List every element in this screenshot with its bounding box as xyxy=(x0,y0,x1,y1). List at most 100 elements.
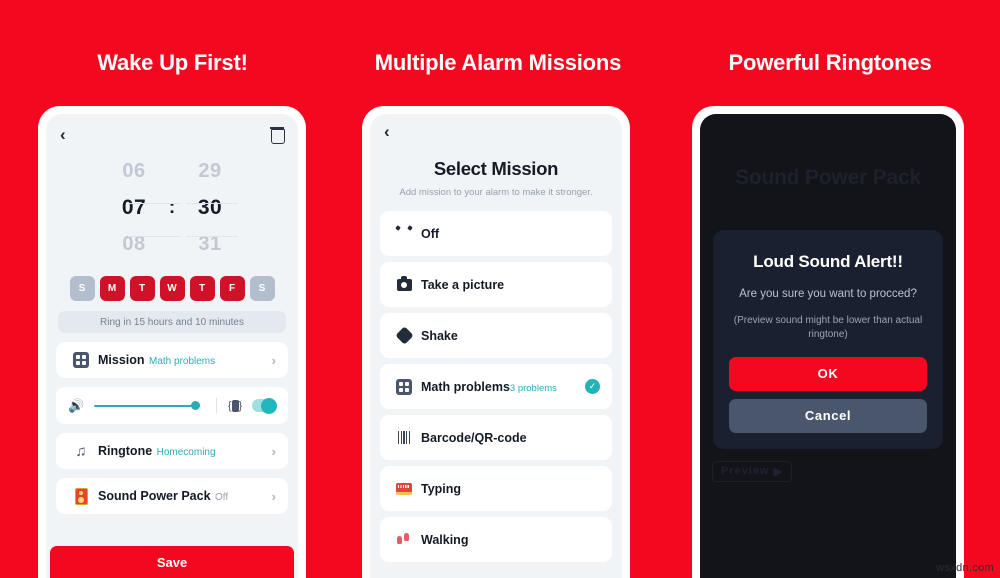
chevron-right-icon[interactable]: › xyxy=(272,489,276,504)
time-divider-bottom-hour xyxy=(128,236,180,237)
mission-option-texts: Shake xyxy=(421,327,600,345)
vibrate-icon: {} xyxy=(227,399,243,412)
cancel-button[interactable]: Cancel xyxy=(729,398,927,433)
minute-previous: 29 xyxy=(198,160,222,182)
ring-status-text: Ring in 15 hours and 10 minutes xyxy=(100,316,244,328)
watermark: wsxdn.com xyxy=(936,562,994,574)
selected-check-icon: ✓ xyxy=(585,379,600,394)
time-row-next[interactable]: 08 31 xyxy=(46,226,298,260)
mission-option-sub: 3 problems xyxy=(509,382,557,394)
mission-option-1[interactable]: Take a picture xyxy=(380,262,612,307)
save-button[interactable]: Save xyxy=(50,546,294,578)
time-row-previous[interactable]: 06 29 xyxy=(46,156,298,190)
mission-option-label: Shake xyxy=(421,328,458,343)
mission-option-texts: Typing xyxy=(421,480,600,498)
time-picker[interactable]: 06 29 07 : 30 08 31 xyxy=(46,154,298,266)
time-colon: : xyxy=(168,197,176,218)
ok-button[interactable]: OK xyxy=(729,356,927,391)
mission-option-label: Typing xyxy=(421,481,462,496)
ringtone-row[interactable]: ♫ Ringtone Homecoming › xyxy=(56,433,288,469)
mission-option-label: Barcode/QR-code xyxy=(421,430,527,445)
mission-option-texts: Barcode/QR-code xyxy=(421,429,600,447)
chevron-right-icon[interactable]: › xyxy=(272,444,276,459)
mission-option-label: Walking xyxy=(421,532,469,547)
time-divider-bottom-minute xyxy=(186,236,238,237)
preview-label: Preview xyxy=(721,465,770,478)
footprints-icon xyxy=(392,532,416,547)
mission-option-4[interactable]: Barcode/QR-code xyxy=(380,415,612,460)
day-pill-3[interactable]: W xyxy=(159,276,185,301)
promo-banner: Wake Up First! Multiple Alarm Missions P… xyxy=(0,0,1000,578)
panel-title-3: Powerful Ringtones xyxy=(728,50,932,75)
mission-option-6[interactable]: Walking xyxy=(380,517,612,562)
phone-mockup-select-mission: ‹ Select Mission Add mission to your ala… xyxy=(362,106,630,578)
screen-select-mission: ‹ Select Mission Add mission to your ala… xyxy=(370,114,622,578)
time-divider-top-hour xyxy=(128,203,180,204)
mission-row[interactable]: Mission Math problems › xyxy=(56,342,288,378)
day-pill-2[interactable]: T xyxy=(129,276,155,301)
keyboard-icon xyxy=(392,482,416,495)
volume-slider[interactable] xyxy=(94,400,200,410)
sound-power-pack-value: Off xyxy=(214,492,229,503)
day-of-week-selector[interactable]: SMTWTFS xyxy=(46,266,298,301)
ringtone-row-label: Ringtone xyxy=(98,444,153,458)
dialog-body: Are you sure you want to procced? xyxy=(739,288,917,300)
mission-option-5[interactable]: Typing xyxy=(380,466,612,511)
mission-option-label: Math problems xyxy=(421,379,510,394)
barcode-icon xyxy=(392,431,416,444)
mission-row-value: Math problems xyxy=(149,356,216,367)
mission-list[interactable]: Off Take a picture Shake Math problems3 pro… xyxy=(370,211,622,562)
ringtone-row-value: Homecoming xyxy=(156,447,216,458)
mission-option-label: Off xyxy=(421,226,440,241)
alarm-detail-topbar: ‹ xyxy=(46,114,298,154)
mission-option-label: Take a picture xyxy=(421,277,505,292)
loud-sound-alert-dialog: Loud Sound Alert!! Are you sure you want… xyxy=(713,230,943,449)
speaker-icon: 🔊 xyxy=(68,398,85,413)
back-icon[interactable]: ‹ xyxy=(384,123,390,140)
mission-option-texts: Walking xyxy=(421,531,600,549)
time-divider-top-minute xyxy=(186,203,238,204)
play-icon: ▶ xyxy=(773,465,784,478)
chevron-right-icon[interactable]: › xyxy=(272,353,276,368)
time-row-selected[interactable]: 07 : 30 xyxy=(46,190,298,226)
day-pill-6[interactable]: S xyxy=(249,276,275,301)
mission-option-3[interactable]: Math problems3 problems ✓ xyxy=(380,364,612,409)
phone-mockup-alarm-detail: ‹ 06 29 07 : 30 08 31 S M T W T F S Ring… xyxy=(38,106,306,578)
sound-power-pack-heading: Sound Power Pack xyxy=(735,166,921,189)
vibrate-toggle[interactable] xyxy=(252,397,277,414)
ring-status-banner: Ring in 15 hours and 10 minutes xyxy=(58,311,286,333)
dialog-title: Loud Sound Alert!! xyxy=(753,252,903,271)
screen-alarm-detail: ‹ 06 29 07 : 30 08 31 S M T W T F S Ring… xyxy=(46,114,298,578)
minute-selected: 30 xyxy=(197,196,223,219)
volume-divider xyxy=(216,398,217,413)
mission-option-0[interactable]: Off xyxy=(380,211,612,256)
sound-power-pack-texts: Sound Power Pack Off xyxy=(98,487,272,505)
hour-selected: 07 xyxy=(121,196,147,219)
mission-option-texts: Take a picture xyxy=(421,276,600,294)
day-pill-1[interactable]: M xyxy=(99,276,125,301)
mission-option-texts: Off xyxy=(421,225,600,243)
panel-title-1: Wake Up First! xyxy=(97,50,248,75)
mission-option-texts: Math problems3 problems xyxy=(421,378,585,396)
math-grid-icon xyxy=(68,352,94,368)
screen-sound-power-pack: Sound Power Pack Loud Sound Alert!! Are … xyxy=(700,114,956,578)
mission-option-2[interactable]: Shake xyxy=(380,313,612,358)
math-grid-icon xyxy=(392,378,416,395)
trash-icon[interactable] xyxy=(270,126,285,144)
sound-power-pack-row[interactable]: Sound Power Pack Off › xyxy=(56,478,288,514)
day-pill-0[interactable]: S xyxy=(69,276,95,301)
camera-icon xyxy=(392,276,416,291)
select-mission-subtitle: Add mission to your alarm to make it str… xyxy=(399,187,593,198)
preview-button[interactable]: Preview ▶ xyxy=(712,460,793,482)
dialog-note: (Preview sound might be lower than actua… xyxy=(733,314,923,341)
phone-mockup-sound-power-pack: Sound Power Pack Loud Sound Alert!! Are … xyxy=(692,106,964,578)
volume-slider-knob[interactable] xyxy=(191,400,200,410)
day-pill-4[interactable]: T xyxy=(189,276,215,301)
sound-power-pack-label: Sound Power Pack xyxy=(98,489,211,503)
shake-icon xyxy=(392,326,416,345)
select-mission-topbar: ‹ xyxy=(370,114,622,148)
back-icon[interactable]: ‹ xyxy=(60,126,66,143)
day-pill-5[interactable]: F xyxy=(219,276,245,301)
select-mission-title: Select Mission xyxy=(433,158,559,179)
volume-row[interactable]: 🔊 {} xyxy=(56,387,288,424)
